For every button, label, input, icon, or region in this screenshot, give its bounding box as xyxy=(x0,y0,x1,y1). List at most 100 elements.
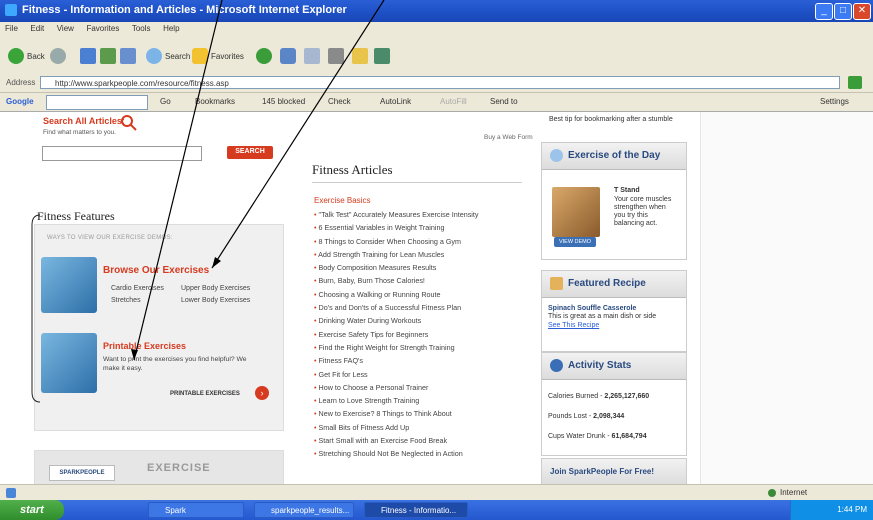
article-link[interactable]: Burn, Baby, Burn Those Calories! xyxy=(314,276,524,285)
printable-exercises-link[interactable]: Printable Exercises xyxy=(103,341,186,351)
buy-web-form-link[interactable]: Buy a Web Form xyxy=(484,134,533,141)
view-demo-button[interactable]: VIEW DEMO xyxy=(554,237,596,247)
search-label[interactable]: Search xyxy=(165,52,190,61)
article-link[interactable]: How to Choose a Personal Trainer xyxy=(314,383,524,392)
address-input[interactable]: http://www.sparkpeople.com/resource/fitn… xyxy=(40,76,840,89)
go-button[interactable] xyxy=(848,76,862,89)
features-title: Fitness Features xyxy=(37,209,115,223)
article-link[interactable]: Find the Right Weight for Strength Train… xyxy=(314,343,524,352)
exercise-of-the-day-box: Exercise of the Day VIEW DEMO T Stand Yo… xyxy=(541,142,687,260)
google-popup-blocked[interactable]: 145 blocked xyxy=(262,97,305,106)
recipe-icon xyxy=(550,277,563,290)
security-zone: Internet xyxy=(780,488,808,497)
menu-bar: File Edit View Favorites Tools Help xyxy=(0,22,873,38)
google-check[interactable]: Check xyxy=(328,97,351,106)
article-link[interactable]: Do's and Don'ts of a Successful Fitness … xyxy=(314,303,524,312)
browse-exercises-link[interactable]: Browse Our Exercises xyxy=(103,265,209,276)
folder-icon[interactable] xyxy=(352,48,368,64)
stop-icon[interactable] xyxy=(80,48,96,64)
google-autolink[interactable]: AutoLink xyxy=(380,97,411,106)
article-link[interactable]: 6 Essential Variables in Weight Training xyxy=(314,223,524,232)
menu-edit[interactable]: Edit xyxy=(25,22,49,35)
start-button[interactable]: start xyxy=(0,500,64,520)
back-icon[interactable] xyxy=(8,48,24,64)
print-icon[interactable] xyxy=(328,48,344,64)
sparkpeople-exercise-banner[interactable]: SPARKPEOPLE EXERCISE xyxy=(34,450,284,484)
task-spark[interactable]: Spark xyxy=(148,502,244,518)
article-link[interactable]: Get Fit for Less xyxy=(314,370,524,379)
google-search-input[interactable] xyxy=(46,95,148,110)
messenger-icon[interactable] xyxy=(374,48,390,64)
lower-body-link[interactable]: Lower Body Exercises xyxy=(181,297,250,304)
quick-launch[interactable] xyxy=(76,502,116,518)
top-tip-text[interactable]: Best tip for bookmarking after a stumble xyxy=(549,116,679,124)
exercise-description: Your core muscles strengthen when you tr… xyxy=(614,196,672,227)
cardio-link[interactable]: Cardio Exercises xyxy=(111,285,164,292)
menu-tools[interactable]: Tools xyxy=(127,22,156,35)
refresh-icon[interactable] xyxy=(100,48,116,64)
exercise-photo[interactable] xyxy=(552,187,600,237)
google-bookmarks[interactable]: Bookmarks xyxy=(195,97,235,106)
google-settings[interactable]: Settings xyxy=(820,97,849,106)
join-box[interactable]: Join SparkPeople For Free! xyxy=(541,458,687,484)
history-icon[interactable] xyxy=(280,48,296,64)
join-free-link[interactable]: Join SparkPeople For Free! xyxy=(550,467,654,476)
favorites-star-icon[interactable] xyxy=(192,48,208,64)
exercise-basics-heading: Exercise Basics xyxy=(314,196,371,205)
stat-value: 2,265,127,660 xyxy=(604,393,650,400)
menu-favorites[interactable]: Favorites xyxy=(81,22,124,35)
stats-icon xyxy=(550,359,563,372)
google-toolbar: Google Go Bookmarks 145 blocked Check Au… xyxy=(0,93,873,112)
featured-recipe-header: Featured Recipe xyxy=(542,271,686,298)
google-autofill[interactable]: AutoFill xyxy=(440,97,467,106)
article-link[interactable]: Stretching Should Not Be Neglected in Ac… xyxy=(314,449,524,458)
menu-help[interactable]: Help xyxy=(158,22,184,35)
google-go-button[interactable]: Go xyxy=(160,97,171,106)
home-icon[interactable] xyxy=(120,48,136,64)
minimize-button[interactable]: _ xyxy=(815,3,833,20)
close-button[interactable]: ✕ xyxy=(853,3,871,20)
article-link[interactable]: Drinking Water During Workouts xyxy=(314,316,524,325)
arrow-right-icon[interactable]: › xyxy=(255,386,269,400)
address-label: Address xyxy=(6,78,36,87)
mail-icon[interactable] xyxy=(304,48,320,64)
printable-exercises-button[interactable]: PRINTABLE EXERCISES xyxy=(170,391,240,397)
search-icon[interactable] xyxy=(146,48,162,64)
see-recipe-link[interactable]: See This Recipe xyxy=(548,322,599,329)
menu-view[interactable]: View xyxy=(52,22,79,35)
search-button[interactable]: SEARCH xyxy=(227,146,273,159)
stat-label: Pounds Lost - xyxy=(548,413,592,420)
article-link[interactable]: Choosing a Walking or Running Route xyxy=(314,290,524,299)
browse-exercises-image[interactable] xyxy=(41,257,97,313)
clock[interactable]: 1:44 PM xyxy=(837,505,867,514)
menu-file[interactable]: File xyxy=(0,22,23,35)
article-link[interactable]: Body Composition Measures Results xyxy=(314,263,524,272)
forward-icon[interactable] xyxy=(50,48,66,64)
task-sparkpeople-results[interactable]: sparkpeople_results... xyxy=(254,502,354,518)
exercise-name[interactable]: T Stand xyxy=(614,187,640,194)
favorites-label[interactable]: Favorites xyxy=(211,52,244,61)
article-link[interactable]: New to Exercise? 8 Things to Think About xyxy=(314,409,524,418)
article-link[interactable]: "Talk Test" Accurately Measures Exercise… xyxy=(314,210,504,219)
printable-description: Want to print the exercises you find hel… xyxy=(103,356,247,372)
article-link[interactable]: Exercise Safety Tips for Beginners xyxy=(314,330,524,339)
article-link[interactable]: 8 Things to Consider When Choosing a Gym xyxy=(314,237,524,246)
stretches-link[interactable]: Stretches xyxy=(111,297,141,304)
google-sendto[interactable]: Send to xyxy=(490,97,518,106)
back-label[interactable]: Back xyxy=(27,52,45,61)
search-hint: Find what matters to you. xyxy=(43,129,116,136)
upper-body-link[interactable]: Upper Body Exercises xyxy=(181,285,250,292)
task-fitness-ie[interactable]: Fitness - Informatio... xyxy=(364,502,468,518)
article-link[interactable]: Start Small with an Exercise Food Break xyxy=(314,436,524,445)
printable-exercises-image[interactable] xyxy=(41,333,97,393)
article-link[interactable]: Add Strength Training for Lean Muscles xyxy=(314,250,524,259)
media-icon[interactable] xyxy=(256,48,272,64)
article-link[interactable]: Learn to Love Strength Training xyxy=(314,396,524,405)
article-link[interactable]: Fitness FAQ's xyxy=(314,356,524,365)
recipe-name[interactable]: Spinach Souffle Casserole xyxy=(548,305,636,312)
maximize-button[interactable]: □ xyxy=(834,3,852,20)
stat-row: Pounds Lost - 2,098,344 xyxy=(548,413,624,420)
search-input[interactable] xyxy=(42,146,202,161)
exercise-logo-text: EXERCISE xyxy=(147,462,211,474)
article-link[interactable]: Small Bits of Fitness Add Up xyxy=(314,423,524,432)
